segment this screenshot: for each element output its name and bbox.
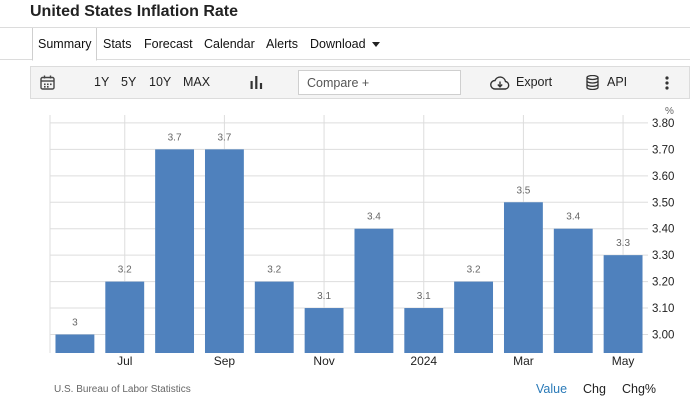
range-max-button[interactable]: MAX [183,67,210,98]
export-button[interactable]: Export [516,67,552,98]
calendar-icon[interactable] [40,75,55,90]
bar [404,308,444,353]
x-tick-label: 2024 [410,354,437,368]
inflation-bar-chart: 3.00 3.10 3.20 3.30 3.40 3.50 3.60 3.70 3.80 3 3.2… [49,115,674,368]
data-label: 3.2 [118,265,132,276]
bar [155,149,195,353]
bar [254,281,294,353]
data-label: 3.1 [417,291,431,302]
data-label: 3 [72,317,78,328]
x-tick-label: Mar [513,354,534,368]
y-tick-label: 3.30 [652,250,674,262]
y-tick-label: 3.70 [652,144,674,156]
page-title: United States Inflation Rate [30,3,239,20]
x-tick-label: Nov [313,354,334,368]
tab-download[interactable]: Download [310,28,380,60]
data-label: 3.3 [616,238,630,249]
range-1y-button[interactable]: 1Y [94,67,109,98]
tab-summary[interactable]: Summary [32,28,98,61]
bar [55,334,95,353]
data-label: 3.7 [217,132,231,143]
range-5y-button[interactable]: 5Y [121,67,136,98]
y-tick-label: 3.80 [652,118,674,130]
tab-download-label: Download [310,37,366,51]
tab-stats[interactable]: Stats [103,28,132,60]
chg-pct-link[interactable]: Chg% [622,382,656,396]
y-tick-label: 3.60 [652,171,674,183]
data-label: 3.4 [367,212,381,223]
bar [105,281,145,353]
bar [603,255,643,353]
tab-alerts[interactable]: Alerts [266,28,298,60]
x-tick-label: Sep [214,354,236,368]
compare-input[interactable] [298,70,461,95]
x-tick-label: Jul [117,354,132,368]
api-button[interactable]: API [607,67,627,98]
y-tick-label: 3.20 [652,277,674,289]
bar [553,228,593,353]
range-10y-button[interactable]: 10Y [149,67,171,98]
y-tick-label: 3.10 [652,303,674,315]
data-label: 3.2 [467,265,481,276]
bar [204,149,244,353]
bar [354,228,394,353]
tab-bar: Summary Stats Forecast Calendar Alerts D… [0,27,690,61]
source-label: U.S. Bureau of Labor Statistics [54,384,191,395]
cloud-download-icon[interactable] [490,76,510,90]
bar [454,281,494,353]
data-label: 3.4 [566,212,580,223]
bar [503,202,543,353]
y-tick-label: 3.00 [652,329,674,341]
caret-down-icon [371,42,380,48]
y-tick-label: 3.40 [652,224,674,236]
tab-calendar[interactable]: Calendar [204,28,255,60]
database-icon[interactable] [586,75,599,90]
data-label: 3.2 [267,265,281,276]
value-link[interactable]: Value [536,382,567,396]
unit-label: % [665,106,674,117]
y-tick-label: 3.50 [652,197,674,209]
data-label: 3.1 [317,291,331,302]
title-bar: United States Inflation Rate [0,0,690,27]
bar-chart-icon[interactable] [250,76,263,89]
more-vertical-icon[interactable] [665,76,669,90]
tab-forecast[interactable]: Forecast [144,28,193,60]
data-label: 3.7 [168,132,182,143]
chart-toolbar: 1Y 5Y 10Y MAX Export API [30,66,690,99]
bar [304,308,344,353]
x-tick-label: May [612,354,635,368]
data-label: 3.5 [516,185,530,196]
chg-link[interactable]: Chg [583,382,606,396]
